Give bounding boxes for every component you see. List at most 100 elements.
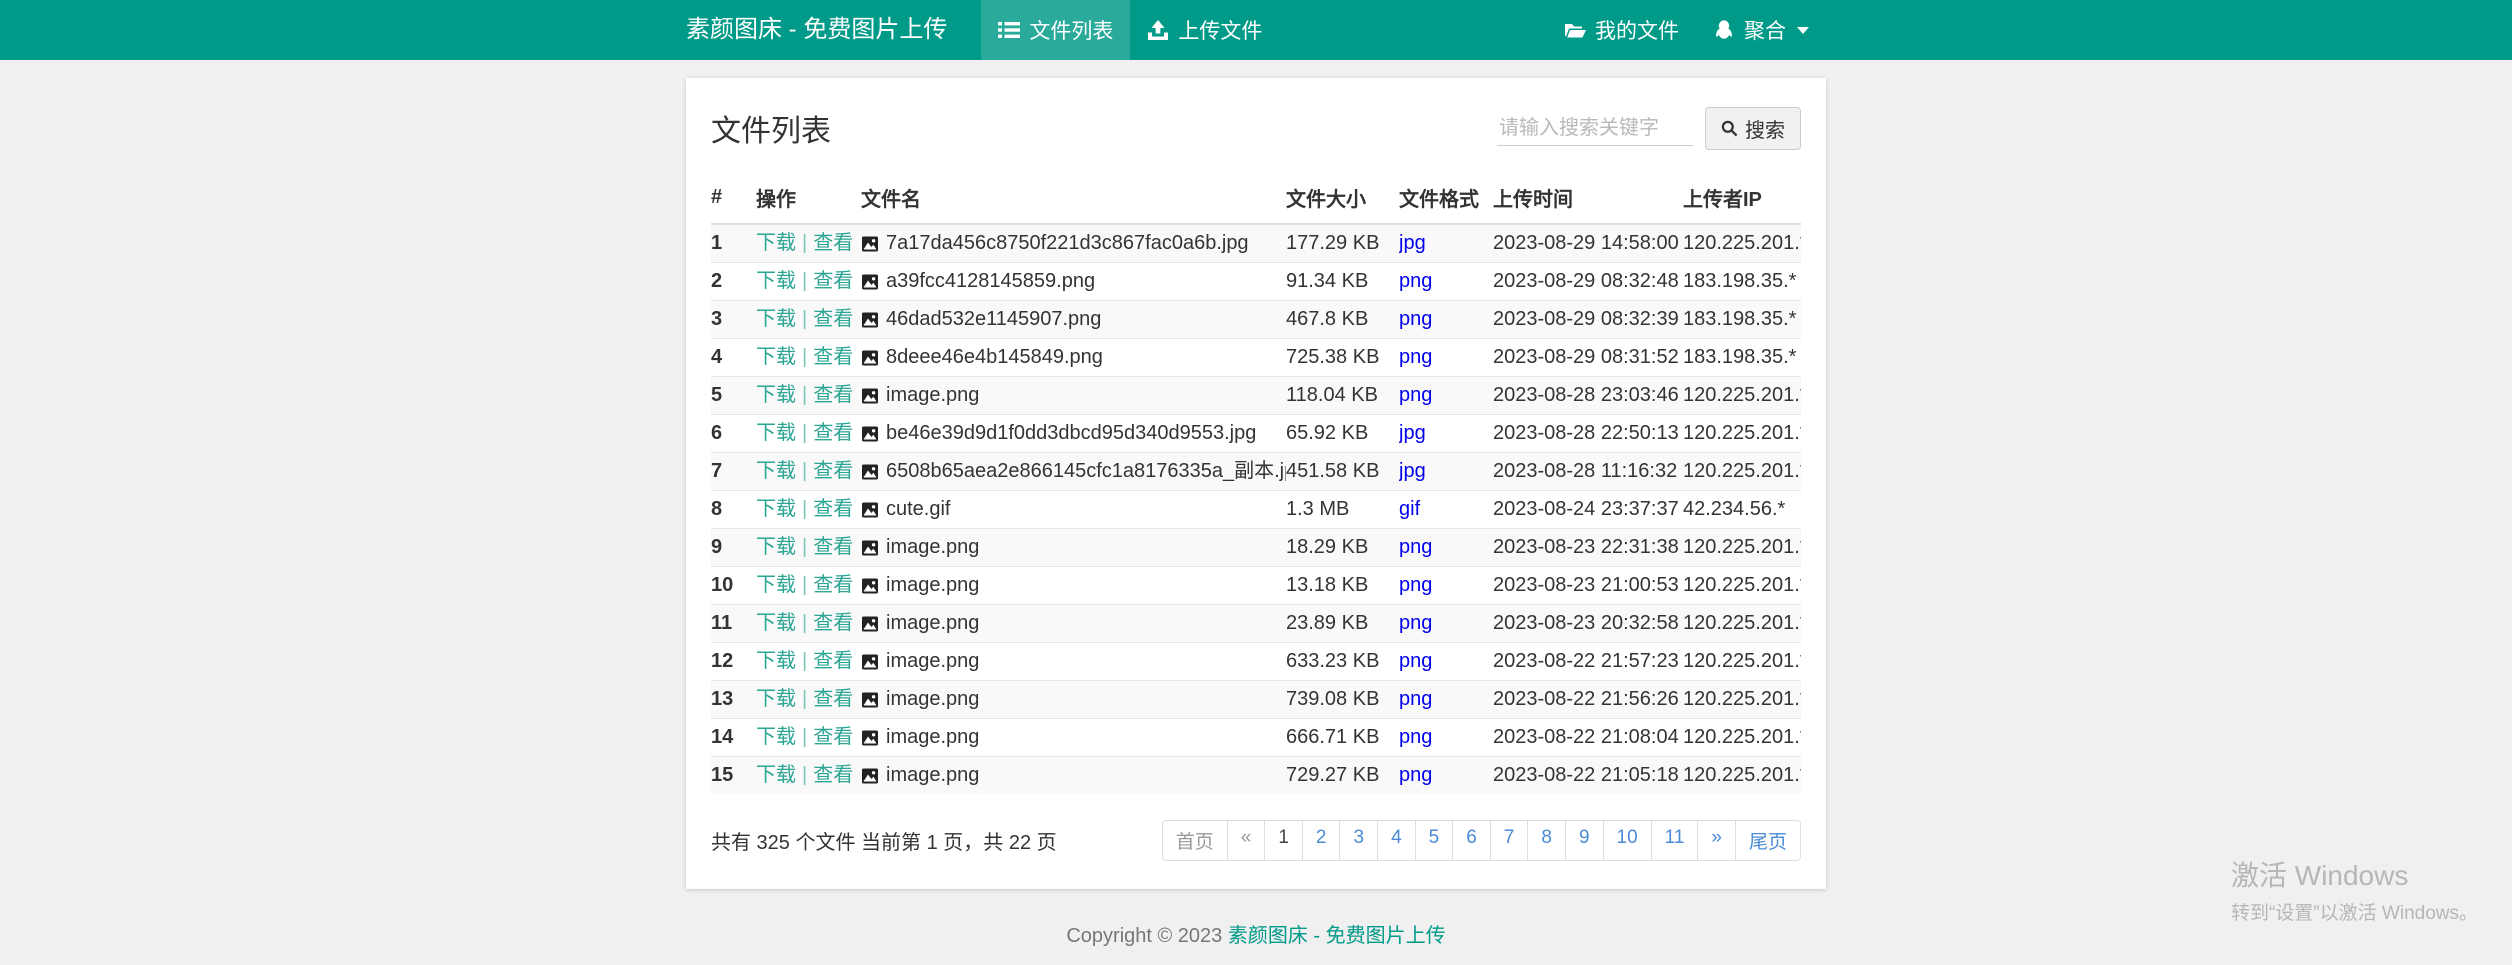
format-link[interactable]: gif [1399, 498, 1420, 520]
site-brand[interactable]: 素颜图床 - 免费图片上传 [686, 0, 981, 60]
table-row: 7 下载|查看 6508b65aea2e866145cfc1a8176335a_… [711, 453, 1801, 491]
table-row: 1 下载|查看 7a17da456c8750f221d3c867fac0a6b.… [711, 224, 1801, 263]
format-link[interactable]: png [1399, 308, 1432, 330]
format-link[interactable]: png [1399, 612, 1432, 634]
pagination-item[interactable]: 7 [1490, 820, 1529, 861]
view-link[interactable]: 查看 [813, 650, 853, 672]
action-separator: | [796, 688, 813, 710]
row-filename-cell: a39fcc4128145859.png [861, 263, 1286, 301]
download-link[interactable]: 下载 [756, 346, 796, 368]
view-link[interactable]: 查看 [813, 726, 853, 748]
pagination-item[interactable]: 6 [1452, 820, 1491, 861]
footer-site-link[interactable]: 素颜图床 - 免费图片上传 [1228, 925, 1446, 947]
download-link[interactable]: 下载 [756, 384, 796, 406]
row-format-cell: png [1399, 339, 1493, 377]
format-link[interactable]: png [1399, 764, 1432, 786]
view-link[interactable]: 查看 [813, 764, 853, 786]
page-title: 文件列表 [711, 106, 831, 150]
format-link[interactable]: png [1399, 270, 1432, 292]
search-button[interactable]: 搜索 [1705, 107, 1801, 150]
image-file-icon [861, 387, 879, 405]
view-link[interactable]: 查看 [813, 536, 853, 558]
pagination-item[interactable]: 8 [1527, 820, 1566, 861]
download-link[interactable]: 下载 [756, 308, 796, 330]
download-link[interactable]: 下载 [756, 270, 796, 292]
filename-text: image.png [886, 725, 979, 750]
row-size-cell: 18.29 KB [1286, 529, 1399, 567]
nav-item-upload[interactable]: 上传文件 [1130, 0, 1279, 60]
format-link[interactable]: jpg [1399, 232, 1426, 254]
view-link[interactable]: 查看 [813, 384, 853, 406]
table-row: 12 下载|查看 image.png 633.23 KB pn [711, 643, 1801, 681]
download-link[interactable]: 下载 [756, 422, 796, 444]
row-filename-cell: image.png [861, 719, 1286, 757]
row-time-cell: 2023-08-22 21:57:23 [1493, 643, 1683, 681]
download-link[interactable]: 下载 [756, 232, 796, 254]
pagination-item[interactable]: 首页 [1162, 820, 1228, 861]
row-ip-cell: 120.225.201.* [1683, 605, 1801, 643]
image-file-icon [861, 235, 879, 253]
pagination-item[interactable]: « [1227, 820, 1266, 861]
format-link[interactable]: png [1399, 726, 1432, 748]
view-link[interactable]: 查看 [813, 688, 853, 710]
row-filename-cell: image.png [861, 643, 1286, 681]
filename-text: image.png [886, 763, 979, 788]
action-separator: | [796, 346, 813, 368]
row-ip-cell: 120.225.201.* [1683, 453, 1801, 491]
action-separator: | [796, 460, 813, 482]
format-link[interactable]: jpg [1399, 460, 1426, 482]
row-filename-cell: 6508b65aea2e866145cfc1a8176335a_副本.jpg [861, 453, 1286, 491]
format-link[interactable]: png [1399, 688, 1432, 710]
download-link[interactable]: 下载 [756, 498, 796, 520]
row-filename-cell: cute.gif [861, 491, 1286, 529]
download-link[interactable]: 下载 [756, 536, 796, 558]
view-link[interactable]: 查看 [813, 612, 853, 634]
pagination-item[interactable]: 11 [1651, 820, 1699, 861]
pagination-item[interactable]: 2 [1302, 820, 1341, 861]
view-link[interactable]: 查看 [813, 460, 853, 482]
row-format-cell: gif [1399, 491, 1493, 529]
pagination-item[interactable]: 3 [1339, 820, 1378, 861]
nav-item-aggregate-dropdown[interactable]: 聚合 [1696, 0, 1826, 60]
row-filename-cell: be46e39d9d1f0dd3dbcd95d340d9553.jpg [861, 415, 1286, 453]
format-link[interactable]: png [1399, 384, 1432, 406]
format-link[interactable]: png [1399, 650, 1432, 672]
download-link[interactable]: 下载 [756, 688, 796, 710]
view-link[interactable]: 查看 [813, 346, 853, 368]
row-index-cell: 1 [711, 224, 756, 263]
row-filename-cell: 7a17da456c8750f221d3c867fac0a6b.jpg [861, 224, 1286, 263]
nav-item-my-files[interactable]: 我的文件 [1547, 0, 1696, 60]
download-link[interactable]: 下载 [756, 574, 796, 596]
format-link[interactable]: jpg [1399, 422, 1426, 444]
view-link[interactable]: 查看 [813, 270, 853, 292]
view-link[interactable]: 查看 [813, 574, 853, 596]
search-input[interactable] [1497, 112, 1693, 146]
filename-text: 46dad532e1145907.png [886, 307, 1101, 332]
view-link[interactable]: 查看 [813, 308, 853, 330]
nav-item-file-list[interactable]: 文件列表 [981, 0, 1130, 60]
pagination-item[interactable]: 4 [1377, 820, 1416, 861]
row-size-cell: 177.29 KB [1286, 224, 1399, 263]
download-link[interactable]: 下载 [756, 764, 796, 786]
download-link[interactable]: 下载 [756, 650, 796, 672]
download-link[interactable]: 下载 [756, 726, 796, 748]
view-link[interactable]: 查看 [813, 232, 853, 254]
row-index-cell: 3 [711, 301, 756, 339]
download-link[interactable]: 下载 [756, 460, 796, 482]
pagination-item[interactable]: 尾页 [1735, 820, 1801, 861]
format-link[interactable]: png [1399, 346, 1432, 368]
pagination-item[interactable]: 5 [1415, 820, 1454, 861]
download-link[interactable]: 下载 [756, 612, 796, 634]
row-time-cell: 2023-08-28 23:03:46 [1493, 377, 1683, 415]
view-link[interactable]: 查看 [813, 422, 853, 444]
watermark-title: 激活 Windows [2231, 854, 2478, 894]
pagination-item[interactable]: 9 [1565, 820, 1604, 861]
format-link[interactable]: png [1399, 536, 1432, 558]
row-filename-cell: image.png [861, 567, 1286, 605]
format-link[interactable]: png [1399, 574, 1432, 596]
pagination-item[interactable]: » [1697, 820, 1736, 861]
pagination-item[interactable]: 10 [1603, 820, 1652, 861]
row-size-cell: 729.27 KB [1286, 757, 1399, 795]
view-link[interactable]: 查看 [813, 498, 853, 520]
pagination-item[interactable]: 1 [1264, 820, 1303, 861]
